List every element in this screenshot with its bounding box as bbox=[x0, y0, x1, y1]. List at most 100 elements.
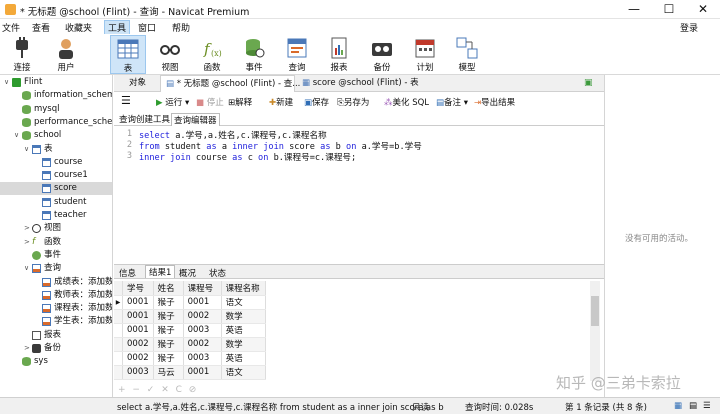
grid-actions[interactable]: + − ✓ ✕ C ⊘ bbox=[118, 385, 198, 395]
form-view-icon[interactable]: ▤ bbox=[689, 401, 697, 411]
tab-query-editor[interactable]: 查询编辑器 bbox=[171, 113, 220, 126]
chevron-down-icon[interactable]: ∨ bbox=[24, 143, 29, 156]
row-header[interactable] bbox=[114, 365, 123, 380]
chevron-right-icon[interactable]: > bbox=[24, 342, 30, 355]
tree-item[interactable]: 课程表：添加数据 bbox=[0, 302, 112, 315]
tab-result1[interactable]: 结果1 bbox=[145, 265, 176, 278]
menu-view[interactable]: 查看 bbox=[32, 21, 50, 34]
table-cell[interactable]: 0001 bbox=[183, 295, 222, 310]
table-cell[interactable]: 猴子 bbox=[153, 337, 184, 352]
new-button[interactable]: ✚新建 bbox=[269, 96, 293, 108]
table-cell[interactable]: 0002 bbox=[183, 337, 222, 352]
row-header[interactable] bbox=[114, 351, 123, 366]
tree-item[interactable]: 学生表：添加数据 bbox=[0, 315, 112, 328]
tree-item[interactable]: course bbox=[0, 156, 112, 169]
tree-item[interactable]: performance_schema bbox=[0, 116, 112, 129]
chevron-down-icon[interactable]: ∨ bbox=[14, 129, 19, 142]
tree-item[interactable]: ∨ Flint bbox=[0, 76, 112, 89]
menu-tools[interactable]: 工具 bbox=[104, 20, 131, 35]
table-cell[interactable]: 马云 bbox=[153, 365, 184, 380]
tree-item[interactable]: ∨ school bbox=[0, 129, 112, 142]
table-cell[interactable]: 猴子 bbox=[153, 351, 184, 366]
save-button[interactable]: ▣保存 bbox=[304, 96, 329, 108]
menu-file[interactable]: 文件 bbox=[2, 21, 20, 34]
table-row[interactable]: 0001 猴子 0003 英语 bbox=[114, 323, 266, 338]
tree-item[interactable]: information_schema bbox=[0, 89, 112, 102]
tree-item[interactable]: > f 函数 bbox=[0, 236, 112, 249]
column-header[interactable]: 学号 bbox=[122, 281, 154, 296]
tree-item[interactable]: 教师表：添加数据 bbox=[0, 289, 112, 302]
maximize-button[interactable]: ☐ bbox=[652, 0, 686, 19]
current-row-icon[interactable]: ▶ bbox=[114, 295, 123, 310]
table-cell[interactable]: 0002 bbox=[122, 351, 154, 366]
tree-item[interactable]: student bbox=[0, 196, 112, 209]
beautify-sql-button[interactable]: ⁂美化 SQL bbox=[384, 96, 429, 108]
tree-item[interactable]: score bbox=[0, 182, 112, 196]
row-header[interactable] bbox=[114, 309, 123, 324]
user-button[interactable]: 用户 bbox=[48, 35, 84, 74]
chevron-down-icon[interactable]: ∨ bbox=[4, 76, 9, 89]
table-cell[interactable]: 0003 bbox=[122, 365, 154, 380]
table-row[interactable]: 0001 猴子 0002 数学 bbox=[114, 309, 266, 324]
menu-window[interactable]: 窗口 bbox=[138, 21, 156, 34]
backup-button[interactable]: 备份 bbox=[364, 35, 400, 74]
explain-button[interactable]: ⊞解释 bbox=[228, 96, 252, 108]
tree-item[interactable]: > 备份 bbox=[0, 342, 112, 355]
grid-scroll-thumb[interactable] bbox=[591, 296, 599, 326]
menu-help[interactable]: 帮助 bbox=[172, 21, 190, 34]
table-row[interactable]: 0002 猴子 0002 数学 bbox=[114, 337, 266, 352]
tab-objects[interactable]: 对象 bbox=[124, 75, 151, 92]
tab-query[interactable]: ▤ * 无标题 @school (Flint) - 查... bbox=[160, 75, 300, 92]
login-button[interactable]: 登录 bbox=[680, 21, 698, 34]
tree-item[interactable]: ∨ 表 bbox=[0, 143, 112, 156]
tree-item[interactable]: 事件 bbox=[0, 249, 112, 262]
table-cell[interactable]: 猴子 bbox=[153, 295, 184, 310]
note-button[interactable]: ▤备注 ▾ bbox=[436, 96, 468, 108]
table-row[interactable]: 0003 马云 0001 语文 bbox=[114, 365, 266, 380]
column-header[interactable]: 课程号 bbox=[183, 281, 222, 296]
tab-query-builder[interactable]: 查询创建工具 bbox=[117, 113, 172, 125]
table-cell[interactable]: 语文 bbox=[221, 365, 266, 380]
schedule-button[interactable]: 计划 bbox=[407, 35, 443, 74]
table-cell[interactable]: 数学 bbox=[221, 309, 266, 324]
table-cell[interactable]: 猴子 bbox=[153, 323, 184, 338]
chevron-right-icon[interactable]: > bbox=[24, 236, 30, 249]
text-view-icon[interactable]: ☰ bbox=[703, 401, 711, 411]
row-header[interactable] bbox=[114, 337, 123, 352]
table-cell[interactable]: 0001 bbox=[122, 295, 154, 310]
table-cell[interactable]: 0002 bbox=[183, 309, 222, 324]
function-button[interactable]: f (x) 函数 bbox=[194, 35, 230, 74]
stop-button[interactable]: ■ 停止 bbox=[196, 96, 224, 108]
chevron-down-icon[interactable]: ∨ bbox=[24, 262, 29, 275]
tab-profile[interactable]: 概况 bbox=[176, 267, 199, 279]
model-button[interactable]: 模型 bbox=[449, 35, 485, 74]
table-row[interactable]: 0002 猴子 0003 英语 bbox=[114, 351, 266, 366]
table-cell[interactable]: 猴子 bbox=[153, 309, 184, 324]
table-cell[interactable]: 0003 bbox=[183, 351, 222, 366]
chevron-right-icon[interactable]: > bbox=[24, 222, 30, 235]
save-as-button[interactable]: ⎘另存为 bbox=[337, 96, 369, 108]
row-header[interactable] bbox=[114, 323, 123, 338]
export-results-button[interactable]: ⇥导出结果 bbox=[474, 96, 515, 108]
tab-score[interactable]: ▦ score @school (Flint) - 表 bbox=[297, 75, 427, 92]
tab-status[interactable]: 状态 bbox=[206, 267, 229, 279]
column-header[interactable]: 姓名 bbox=[153, 281, 184, 296]
connect-button[interactable]: 连接 bbox=[4, 35, 40, 74]
tree-item[interactable]: 成绩表：添加数据 bbox=[0, 276, 112, 289]
tree-item[interactable]: 报表 bbox=[0, 329, 112, 342]
tree-item[interactable]: mysql bbox=[0, 103, 112, 116]
tree-item[interactable]: sys bbox=[0, 355, 112, 368]
table-cell[interactable]: 0003 bbox=[183, 323, 222, 338]
table-cell[interactable]: 0002 bbox=[122, 337, 154, 352]
minimize-button[interactable]: — bbox=[617, 0, 651, 19]
table-cell[interactable]: 数学 bbox=[221, 337, 266, 352]
table-row[interactable]: ▶ 0001 猴子 0001 语文 bbox=[114, 295, 266, 310]
menu-icon[interactable]: ☰ bbox=[121, 94, 131, 107]
tree-item[interactable]: ∨ 查询 bbox=[0, 262, 112, 275]
table-cell[interactable]: 0001 bbox=[122, 323, 154, 338]
table-cell[interactable]: 英语 bbox=[221, 351, 266, 366]
sql-editor[interactable]: 1 2 3 select a.学号,a.姓名,c.课程号,c.课程名称 from… bbox=[114, 126, 604, 264]
table-cell[interactable]: 英语 bbox=[221, 323, 266, 338]
tree-item[interactable]: teacher bbox=[0, 209, 112, 222]
table-cell[interactable]: 语文 bbox=[221, 295, 266, 310]
